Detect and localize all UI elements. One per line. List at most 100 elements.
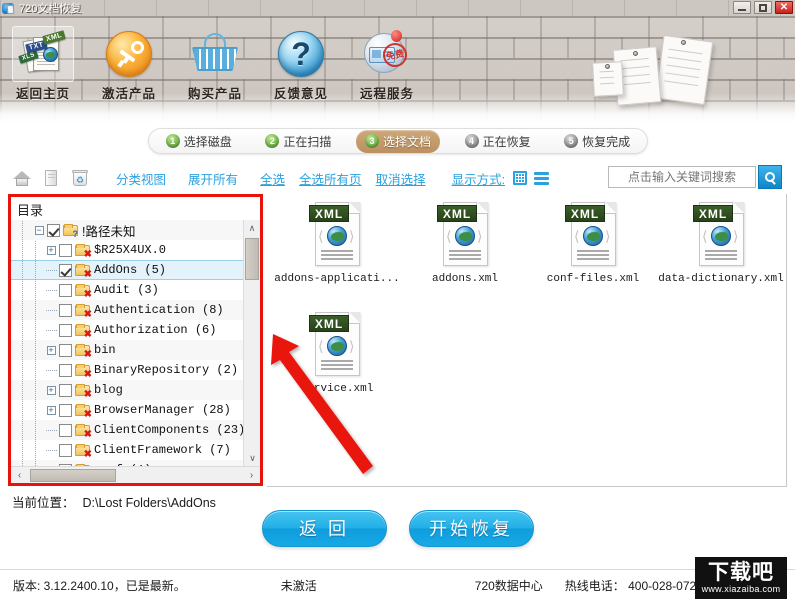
maximize-button[interactable] — [754, 1, 772, 14]
tree-row[interactable]: + ✖ bin — [11, 340, 243, 360]
horizontal-scroll-track[interactable] — [28, 468, 243, 483]
step-5[interactable]: 5 恢复完成 — [555, 130, 639, 153]
tree-row[interactable]: ✖ ClientComponents (23) — [11, 420, 243, 440]
file-item[interactable]: XML ⟨ ⟩ addons-applicati... — [273, 200, 401, 310]
window-controls: ✕ — [733, 1, 793, 14]
file-name: conf-files.xml — [546, 273, 640, 285]
home-icon-box: XLS TXT XML — [12, 26, 74, 82]
nav-item-feedback[interactable]: ? 反馈意见 — [258, 16, 344, 102]
nav-item-remote-service[interactable]: 免费 远程服务 — [344, 16, 430, 102]
file-item[interactable]: XML ⟨ ⟩ service.xml — [273, 310, 401, 420]
back-button[interactable]: 返 回 — [261, 509, 387, 547]
select-all-pages-link[interactable]: 全选所有页 — [299, 169, 362, 188]
tree-horizontal-scrollbar[interactable]: ‹ › — [11, 466, 260, 483]
row-checkbox[interactable] — [59, 343, 72, 357]
row-checkbox[interactable] — [59, 283, 72, 297]
file-name: service.xml — [300, 383, 374, 395]
row-checkbox[interactable] — [59, 303, 72, 317]
expander-placeholder — [43, 440, 59, 460]
row-checkbox[interactable] — [59, 363, 72, 377]
row-checkbox[interactable] — [59, 423, 72, 437]
row-checkbox[interactable] — [59, 243, 72, 257]
step-3[interactable]: 3 选择文档 — [355, 129, 440, 153]
status-version: 版本: 3.12.2400.10，已是最新。 — [13, 579, 186, 593]
home-icon[interactable] — [13, 169, 31, 187]
tree-row[interactable]: ✖ ClientFramework (7) — [11, 440, 243, 460]
select-all-link[interactable]: 全选 — [260, 169, 285, 188]
directory-tree-panel: 目录 − ? !路径未知 + ✖ $R25X4UX.0 ✖ AddOns (5)… — [8, 194, 263, 486]
scroll-left-button[interactable]: ‹ — [11, 467, 28, 483]
horizontal-scroll-thumb[interactable] — [30, 468, 116, 482]
step-2-badge: 2 — [265, 134, 280, 148]
list-view-icon[interactable] — [534, 172, 550, 185]
expander-placeholder — [43, 320, 59, 340]
row-checkbox[interactable] — [59, 263, 72, 277]
tree-row[interactable]: ✖ Authorization (6) — [11, 320, 243, 340]
tree-row[interactable]: + ✖ blog — [11, 380, 243, 400]
scroll-right-button[interactable]: › — [243, 467, 260, 483]
recycle-bin-icon[interactable]: ♻ — [71, 169, 89, 187]
tree-row[interactable]: ✖ Authentication (8) — [11, 300, 243, 320]
tree-row[interactable]: − ? !路径未知 — [11, 220, 243, 240]
nav-item-purchase[interactable]: 购买产品 — [172, 16, 258, 102]
scroll-down-button[interactable]: ∨ — [244, 450, 261, 466]
file-item[interactable]: XML ⟨ ⟩ data-dictionary.xml — [657, 200, 785, 310]
expander-toggle[interactable]: + — [43, 340, 59, 360]
directory-tree-body[interactable]: − ? !路径未知 + ✖ $R25X4UX.0 ✖ AddOns (5) ✖ … — [11, 220, 243, 466]
close-button[interactable]: ✕ — [775, 1, 793, 14]
tree-row-label: ClientComponents (23) — [94, 423, 243, 437]
row-checkbox[interactable] — [59, 443, 72, 457]
search-icon — [765, 172, 775, 182]
file-item[interactable]: XML ⟨ ⟩ addons.xml — [401, 200, 529, 310]
nav-item-home[interactable]: XLS TXT XML 返回主页 — [0, 16, 86, 102]
search-button[interactable] — [758, 165, 782, 189]
row-checkbox[interactable] — [59, 323, 72, 337]
tree-row-label: ClientFramework (7) — [94, 443, 231, 457]
file-name: addons.xml — [431, 273, 498, 285]
tree-row[interactable]: ✖ BinaryRepository (2) — [11, 360, 243, 380]
search-area — [608, 165, 782, 189]
row-checkbox[interactable] — [59, 403, 72, 417]
xml-file-icon: XML ⟨ ⟩ — [565, 200, 621, 270]
folder-icon: ? — [63, 223, 79, 238]
header-banner: XLS TXT XML 返回主页 激活产品 购买产品 ? 反馈意见 免费 远程服… — [0, 16, 795, 123]
step-2[interactable]: 2 正在扫描 — [256, 130, 340, 153]
file-item[interactable]: XML ⟨ ⟩ conf-files.xml — [529, 200, 657, 310]
title-bar: 720文档恢复 ✕ — [0, 0, 795, 16]
feedback-icon-box: ? — [270, 26, 332, 82]
row-checkbox[interactable] — [47, 223, 60, 237]
step-1[interactable]: 1 选择磁盘 — [157, 130, 241, 153]
step-1-label: 选择磁盘 — [183, 134, 232, 149]
expander-toggle[interactable]: + — [43, 240, 59, 260]
status-activation[interactable]: 未激活 — [281, 577, 317, 594]
nav-label-remote-service: 远程服务 — [359, 87, 414, 101]
grid-view-icon[interactable] — [513, 171, 528, 185]
search-input[interactable] — [608, 166, 756, 188]
deselect-link[interactable]: 取消选择 — [376, 169, 426, 188]
tree-vertical-scrollbar[interactable]: ∧ ∨ — [243, 220, 260, 466]
expander-toggle[interactable]: + — [43, 380, 59, 400]
start-recovery-button[interactable]: 开始恢复 — [408, 509, 534, 547]
tree-row-label: Authorization (6) — [94, 323, 217, 337]
expander-placeholder — [43, 420, 59, 440]
scroll-up-button[interactable]: ∧ — [244, 220, 260, 236]
file-grid: XML ⟨ ⟩ addons-applicati... XML ⟨ ⟩ addons… — [267, 194, 786, 420]
app-window: 720文档恢复 ✕ XLS TXT XML 返回主页 激活产品 购买产品 ? 反… — [0, 0, 795, 601]
tree-row-selected[interactable]: ✖ AddOns (5) — [11, 260, 243, 280]
expander-toggle[interactable]: + — [43, 400, 59, 420]
nav-item-activate[interactable]: 激活产品 — [86, 16, 172, 102]
maximize-icon — [759, 3, 767, 12]
step-4[interactable]: 4 正在恢复 — [456, 130, 540, 153]
panel-divider — [267, 486, 787, 487]
minimize-button[interactable] — [733, 1, 751, 14]
drive-icon[interactable] — [42, 169, 60, 187]
expand-all-link[interactable]: 展开所有 — [188, 169, 238, 188]
vertical-scroll-thumb[interactable] — [245, 238, 259, 280]
tree-row[interactable]: + ✖ $R25X4UX.0 — [11, 240, 243, 260]
tree-row[interactable]: + ✖ BrowserManager (28) — [11, 400, 243, 420]
nav-label-feedback: 反馈意见 — [273, 87, 328, 101]
category-view-link[interactable]: 分类视图 — [116, 169, 166, 188]
tree-row[interactable]: ✖ Audit (3) — [11, 280, 243, 300]
expander-toggle[interactable]: − — [31, 220, 47, 240]
row-checkbox[interactable] — [59, 383, 72, 397]
